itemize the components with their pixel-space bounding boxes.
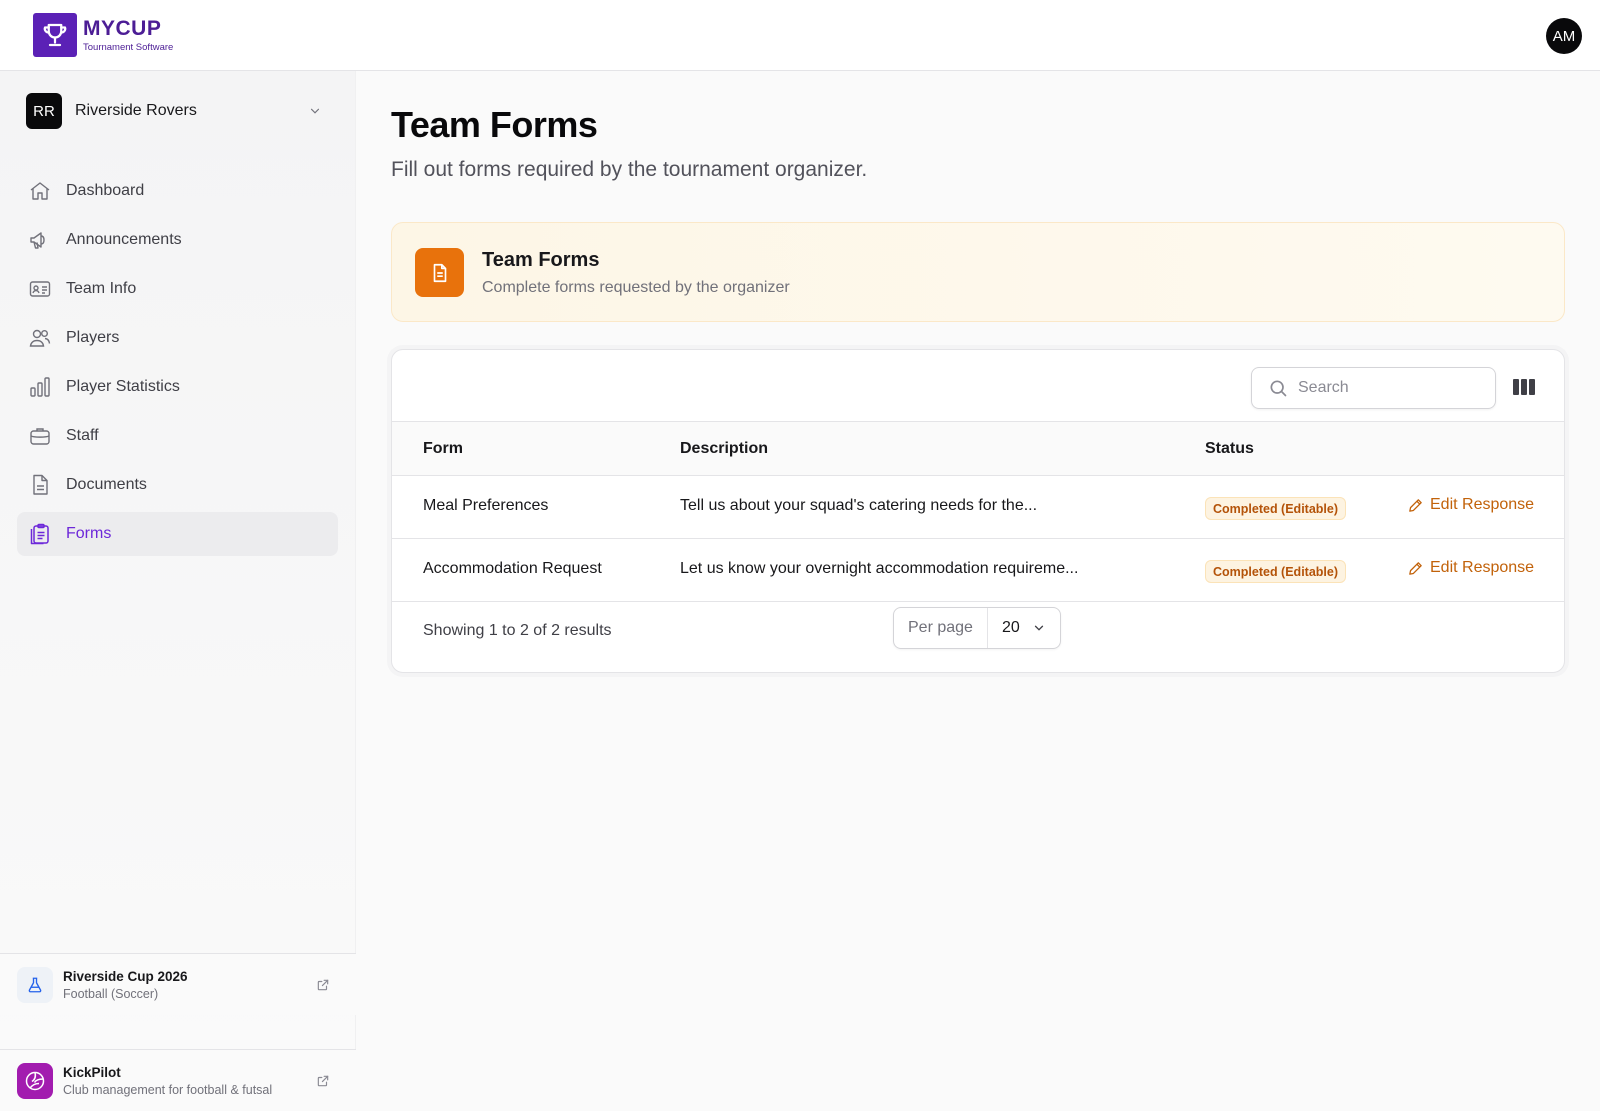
chevron-down-icon	[310, 108, 320, 114]
volleyball-icon	[17, 1062, 53, 1099]
sidebar-item-announcements[interactable]: Announcements	[17, 218, 338, 262]
tournament-sport: Football (Soccer)	[63, 986, 159, 1001]
per-page-value[interactable]: 20	[988, 619, 1060, 637]
chevron-down-icon	[1034, 625, 1043, 631]
sidebar-item-dashboard[interactable]: Dashboard	[17, 169, 338, 213]
pencil-icon	[1409, 498, 1422, 512]
flask-icon	[17, 966, 53, 1003]
sidebar-item-player-statistics[interactable]: Player Statistics	[17, 365, 338, 409]
tournament-name: Riverside Cup 2026	[63, 968, 188, 984]
sidebar-item-players[interactable]: Players	[17, 316, 338, 360]
banner-subtitle: Complete forms requested by the organize…	[482, 279, 790, 296]
sidebar-item-label: Documents	[66, 476, 147, 493]
external-link-icon[interactable]	[316, 978, 330, 992]
sidebar-item-label: Forms	[66, 525, 112, 542]
sidebar-item-label: Staff	[66, 427, 99, 444]
edit-response-button[interactable]: Edit Response	[1407, 559, 1534, 577]
sidebar-item-label: Dashboard	[66, 182, 145, 199]
forms-table: Form Description Status Meal Preferences…	[391, 349, 1565, 673]
per-page-value-text: 20	[1001, 619, 1020, 636]
page-title: Team Forms	[391, 104, 598, 145]
sidebar-item-staff[interactable]: Staff	[17, 414, 338, 458]
team-forms-banner: Team Forms Complete forms requested by t…	[391, 222, 1565, 322]
table-header: Form Description Status	[392, 421, 1564, 476]
search-field[interactable]	[1251, 367, 1496, 409]
sidebar: RR Riverside Rovers Dashboard Announceme…	[0, 71, 356, 1111]
table-row: Accommodation Request Let us know your o…	[392, 539, 1564, 602]
tournament-card[interactable]: Riverside Cup 2026 Football (Soccer)	[0, 953, 356, 1015]
form-name: Meal Preferences	[423, 497, 549, 514]
per-page-select[interactable]: Per page 20	[893, 607, 1061, 649]
team-switcher[interactable]: RR Riverside Rovers	[26, 93, 336, 129]
sidebar-item-label: Announcements	[66, 231, 182, 248]
external-link-icon[interactable]	[316, 1074, 330, 1088]
home-icon	[28, 179, 52, 203]
table-row: Meal Preferences Tell us about your squa…	[392, 476, 1564, 539]
columns-toggle-icon[interactable]	[1512, 376, 1536, 398]
sidebar-item-label: Players	[66, 329, 120, 346]
per-page-label: Per page	[894, 608, 988, 648]
search-icon	[1270, 380, 1287, 397]
clipboard-icon	[28, 522, 52, 546]
promo-tagline: Club management for football & futsal	[63, 1082, 273, 1097]
column-header-status[interactable]: Status	[1205, 440, 1254, 458]
sidebar-item-label: Player Statistics	[66, 378, 180, 395]
form-description: Tell us about your squad's catering need…	[680, 497, 1038, 514]
page-subtitle: Fill out forms required by the tournamen…	[391, 158, 868, 181]
team-name: Riverside Rovers	[75, 102, 197, 119]
megaphone-icon	[28, 228, 52, 252]
id-card-icon	[28, 277, 52, 301]
edit-response-label: Edit Response	[1430, 496, 1535, 513]
column-header-description[interactable]: Description	[680, 440, 768, 458]
sidebar-nav: Dashboard Announcements Team Info Player…	[17, 169, 338, 561]
edit-response-label: Edit Response	[1430, 559, 1535, 576]
status-badge: Completed (Editable)	[1205, 497, 1347, 520]
brand-tagline: Tournament Software	[83, 41, 174, 53]
form-description: Let us know your overnight accommodation…	[680, 560, 1079, 577]
promo-name: KickPilot	[63, 1064, 121, 1080]
briefcase-icon	[28, 424, 52, 448]
status-badge: Completed (Editable)	[1205, 560, 1347, 583]
edit-response-button[interactable]: Edit Response	[1407, 496, 1534, 514]
pencil-icon	[1409, 561, 1422, 575]
sidebar-item-forms[interactable]: Forms	[17, 512, 338, 556]
sidebar-item-team-info[interactable]: Team Info	[17, 267, 338, 311]
document-icon	[415, 248, 464, 297]
pagination-summary: Showing 1 to 2 of 2 results	[423, 622, 612, 639]
bar-chart-icon	[28, 375, 52, 399]
document-icon	[28, 473, 52, 497]
column-header-form[interactable]: Form	[423, 440, 463, 458]
sidebar-item-label: Team Info	[66, 280, 137, 297]
user-avatar[interactable]: AM	[1546, 18, 1582, 54]
trophy-icon	[33, 13, 77, 57]
kickpilot-card[interactable]: KickPilot Club management for football &…	[0, 1049, 356, 1111]
form-name: Accommodation Request	[423, 560, 602, 577]
top-bar: MYCUP Tournament Software AM	[0, 0, 1600, 71]
users-icon	[28, 326, 52, 350]
team-avatar: RR	[26, 93, 62, 129]
search-input[interactable]	[1298, 379, 1478, 397]
brand-name: MYCUP	[83, 16, 162, 40]
banner-title: Team Forms	[482, 249, 600, 271]
brand-logo[interactable]: MYCUP Tournament Software	[33, 13, 173, 57]
sidebar-item-documents[interactable]: Documents	[17, 463, 338, 507]
